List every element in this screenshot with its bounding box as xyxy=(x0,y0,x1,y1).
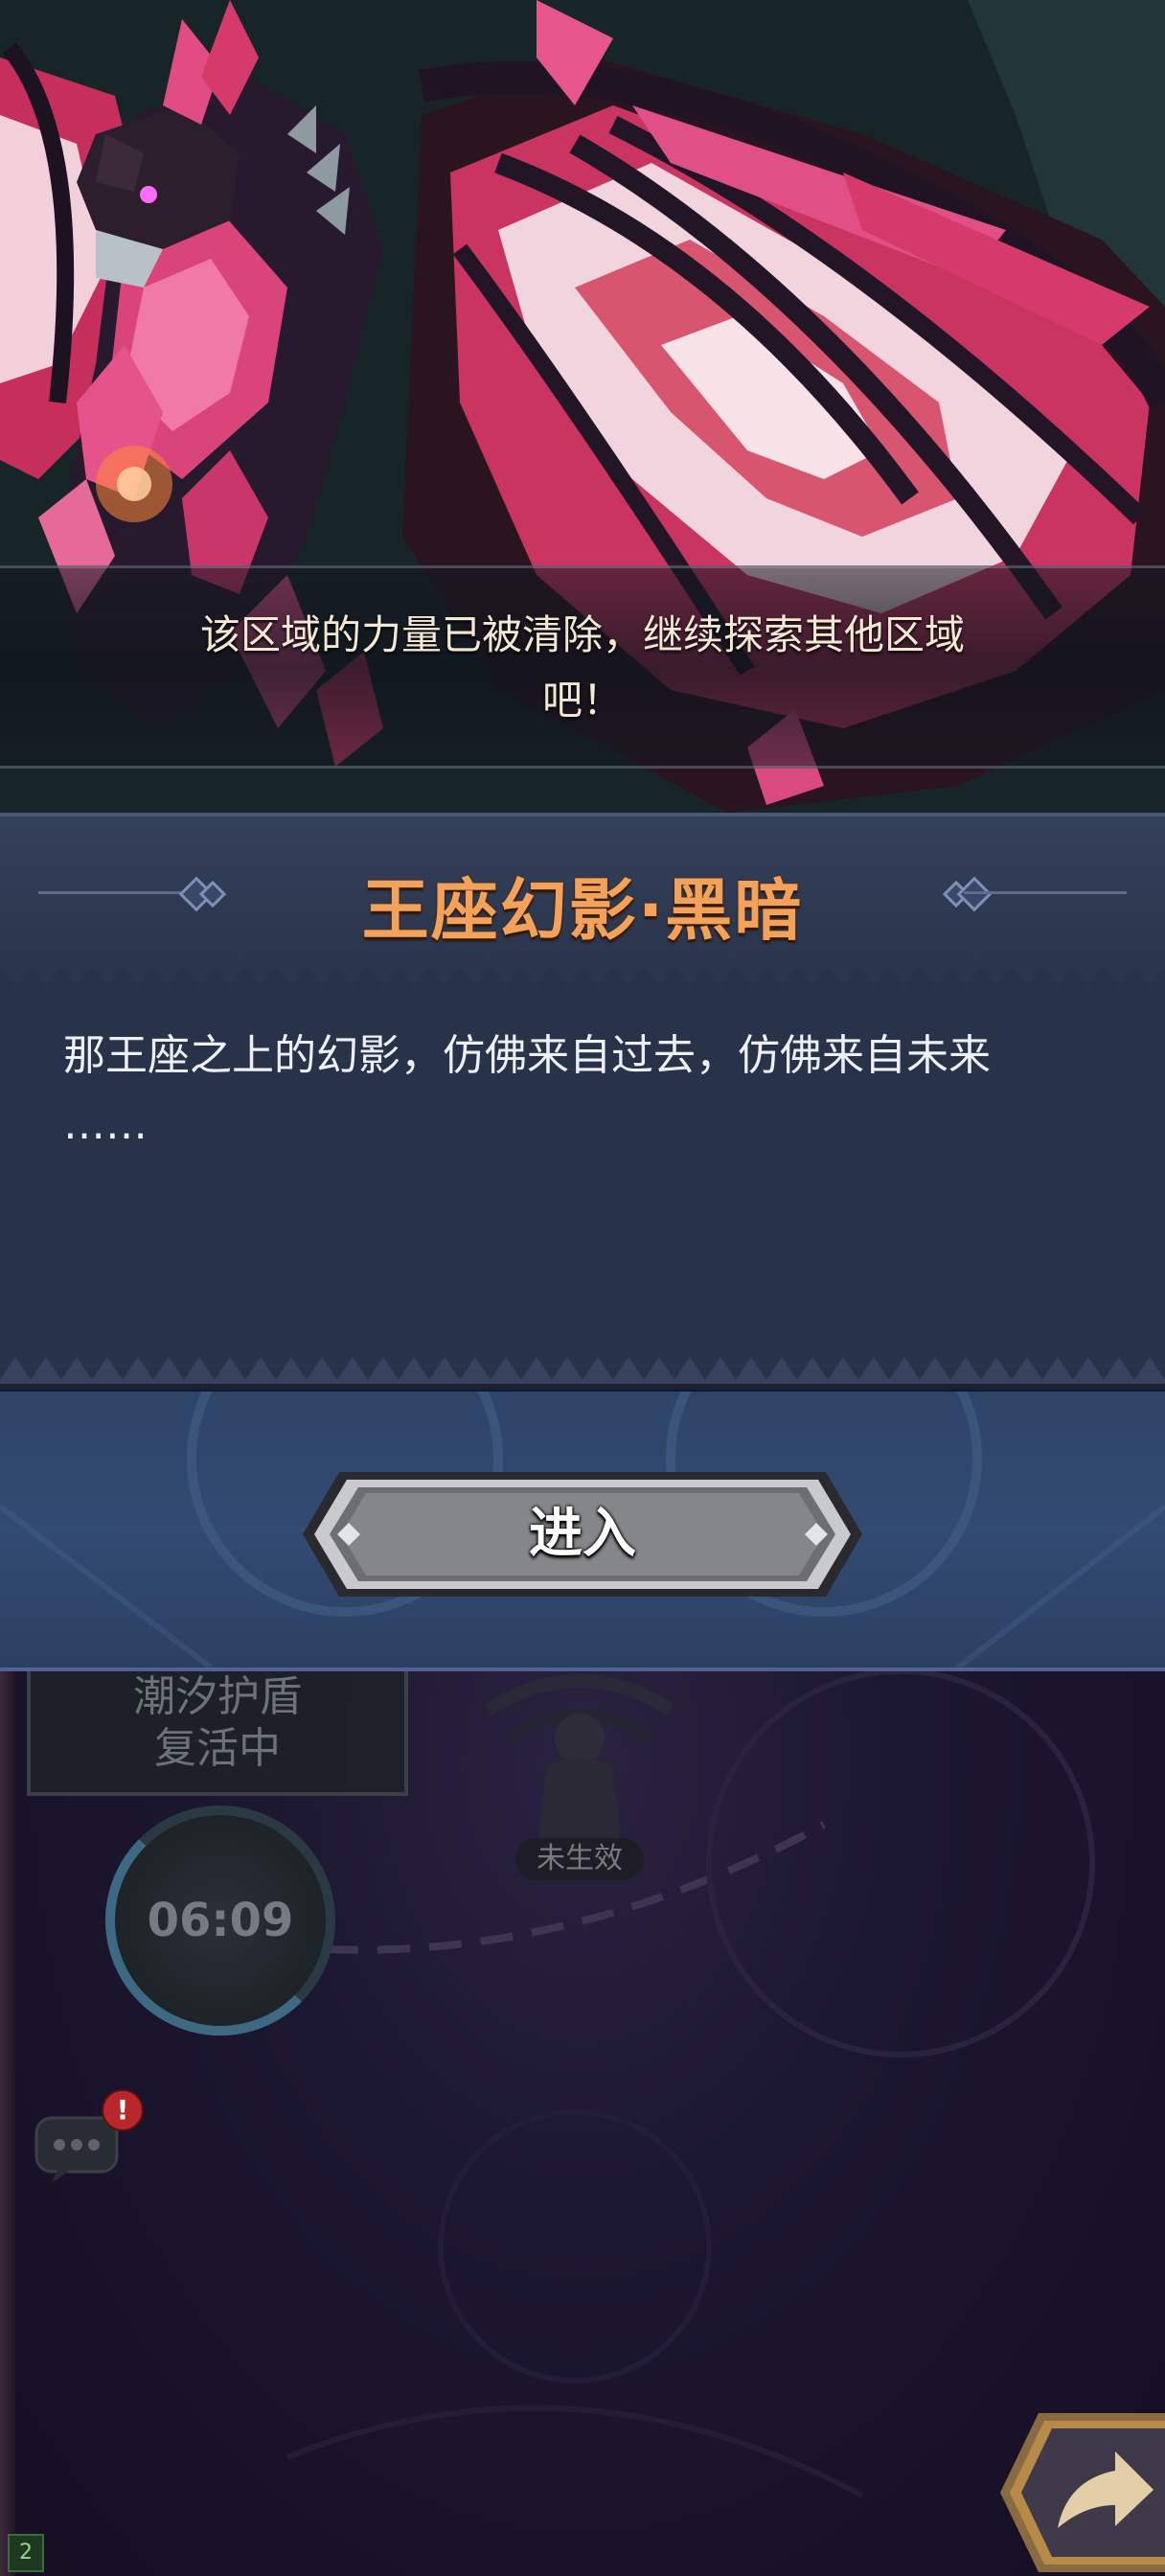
stage-description-line1: 那王座之上的幻影，仿佛来自过去，仿佛来自未来 xyxy=(63,1031,991,1080)
game-map-area: 潮汐护盾 复活中 06:09 未生效 ! 2 xyxy=(0,1671,1165,2576)
panel-header: 王座幻影·黑暗 xyxy=(0,813,1165,962)
boss-artwork: 该区域的力量已被清除，继续探索其他区域 吧！ xyxy=(0,0,1165,813)
reviving-label: 复活中 xyxy=(154,1724,281,1773)
tidal-shield-label: 潮汐护盾 xyxy=(133,1672,302,1721)
zigzag-border-top xyxy=(0,958,1165,987)
zigzag-border-bottom xyxy=(0,1357,1165,1386)
enter-button-label: 进入 xyxy=(529,1503,636,1565)
share-arrow-icon[interactable] xyxy=(1000,2413,1165,2572)
stage-title: 王座幻影·黑暗 xyxy=(361,871,804,950)
timer-value: 06:09 xyxy=(147,1894,294,1947)
revive-timer: 06:09 xyxy=(105,1806,335,2036)
enter-area: 进入 xyxy=(0,1392,1165,1671)
cleared-message-banner: 该区域的力量已被清除，继续探索其他区域 吧！ xyxy=(0,565,1165,769)
enter-button[interactable]: 进入 xyxy=(299,1468,866,1600)
cleared-message: 该区域的力量已被清除，继续探索其他区域 吧！ xyxy=(115,603,1050,733)
cleared-message-line1: 该区域的力量已被清除，继续探索其他区域 xyxy=(199,611,965,658)
title-divider-right xyxy=(964,891,1127,894)
stage-description: 那王座之上的幻影，仿佛来自过去，仿佛来自未来 …… xyxy=(63,1022,1108,1160)
notification-badge: ! xyxy=(102,2089,144,2131)
statue-status-label: 未生效 xyxy=(515,1838,644,1880)
tidal-shield-status: 潮汐护盾 复活中 xyxy=(27,1671,408,1796)
panel-divider xyxy=(0,1384,1165,1390)
stage-description-line2: …… xyxy=(63,1100,148,1149)
stage-info-panel: 王座幻影·黑暗 那王座之上的幻影，仿佛来自过去，仿佛来自未来 …… xyxy=(0,813,1165,1390)
corner-badge: 2 xyxy=(8,2534,44,2572)
cleared-message-line2: 吧！ xyxy=(541,677,623,724)
